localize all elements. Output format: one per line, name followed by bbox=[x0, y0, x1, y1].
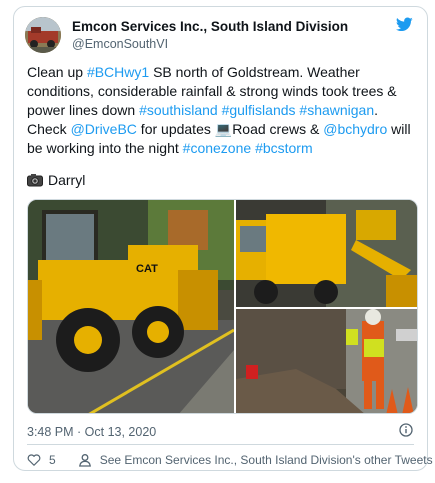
like-button[interactable]: 5 bbox=[27, 453, 56, 467]
tweet-segment: Clean up bbox=[27, 64, 87, 80]
author-handle[interactable]: @EmconSouthVI bbox=[72, 37, 168, 51]
like-count: 5 bbox=[49, 453, 56, 467]
photo-dump-truck[interactable] bbox=[236, 200, 417, 307]
tweet-text: Clean up #BCHwy1 SB north of Goldstream.… bbox=[27, 63, 419, 158]
tweet-card[interactable]: Emcon Services Inc., South Island Divisi… bbox=[13, 6, 433, 471]
photo-credit: Darryl bbox=[27, 172, 85, 188]
info-icon[interactable] bbox=[399, 423, 413, 437]
hashtag-link[interactable]: #shawnigan bbox=[299, 102, 374, 118]
divider bbox=[27, 444, 414, 445]
hashtag-link[interactable]: #gulfislands bbox=[222, 102, 296, 118]
hashtag-link[interactable]: #conezone bbox=[183, 140, 252, 156]
hashtag-link[interactable]: #bcstorm bbox=[255, 140, 313, 156]
mention-link[interactable]: @bchydro bbox=[323, 121, 387, 137]
hashtag-link[interactable]: #southisland bbox=[139, 102, 218, 118]
tweet-segment: for updates bbox=[136, 121, 215, 137]
camera-icon bbox=[27, 174, 43, 187]
person-icon bbox=[78, 454, 91, 467]
other-tweets-link[interactable]: See Emcon Services Inc., South Island Di… bbox=[78, 453, 433, 467]
tweet-actions: 5 See Emcon Services Inc., South Island … bbox=[27, 453, 433, 467]
heart-icon bbox=[27, 454, 41, 466]
avatar[interactable] bbox=[25, 17, 61, 53]
hashtag-link[interactable]: #BCHwy1 bbox=[87, 64, 149, 80]
laptop-emoji: 💻 bbox=[214, 121, 233, 137]
author-name[interactable]: Emcon Services Inc., South Island Divisi… bbox=[72, 19, 348, 34]
tweet-segment: Road crews & bbox=[232, 121, 324, 137]
mention-link[interactable]: @DriveBC bbox=[71, 121, 137, 137]
twitter-bird-icon[interactable] bbox=[396, 17, 413, 32]
other-tweets-label: See Emcon Services Inc., South Island Di… bbox=[99, 453, 433, 467]
tweet-timestamp[interactable]: 3:48 PM · Oct 13, 2020 bbox=[27, 425, 156, 439]
media-grid: CAT bbox=[27, 199, 418, 414]
photo-loader[interactable]: CAT bbox=[28, 200, 234, 413]
photo-road-crew[interactable] bbox=[236, 309, 417, 413]
credit-name: Darryl bbox=[48, 172, 86, 188]
svg-text:CAT: CAT bbox=[136, 263, 158, 275]
